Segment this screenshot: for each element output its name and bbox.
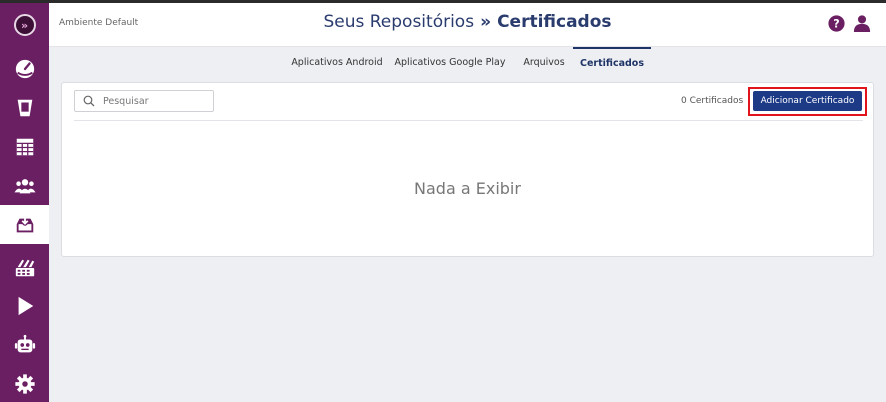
- table-icon: [16, 138, 33, 155]
- sidebar-item-apps[interactable]: [0, 248, 49, 287]
- tab-certificates[interactable]: Certificados: [573, 47, 651, 77]
- tab-bar: Aplicativos Android Aplicativos Google P…: [49, 47, 886, 77]
- certificate-count: 0 Certificados: [681, 96, 744, 106]
- empty-state-message: Nada a Exibir: [414, 179, 521, 198]
- sidebar-item-users[interactable]: [0, 166, 49, 205]
- breadcrumb-current: Certificados: [497, 12, 612, 32]
- logo-icon: »: [13, 14, 36, 36]
- dashboard-icon: [15, 59, 34, 78]
- sidebar-item-dashboard[interactable]: [0, 49, 49, 88]
- android-robot-icon: [14, 334, 35, 352]
- logo[interactable]: »: [0, 3, 49, 47]
- add-certificate-button[interactable]: Adicionar Certificado: [753, 91, 862, 111]
- sidebar-item-repository[interactable]: [0, 205, 49, 244]
- tab-android-apps[interactable]: Aplicativos Android: [287, 47, 387, 77]
- search-box[interactable]: [74, 90, 214, 112]
- settings-icon: [14, 373, 35, 394]
- apps-icon: [15, 259, 34, 276]
- help-icon[interactable]: ?: [828, 15, 845, 32]
- svg-text:?: ?: [833, 17, 839, 30]
- users-icon: [13, 178, 36, 193]
- sidebar-item-google-play[interactable]: [0, 286, 49, 325]
- sidebar: »: [0, 3, 49, 402]
- search-icon: [83, 95, 95, 107]
- tab-files[interactable]: Arquivos: [515, 47, 573, 77]
- page-title: Seus Repositórios » Certificados: [49, 12, 886, 32]
- tab-google-play-apps[interactable]: Aplicativos Google Play: [395, 47, 506, 77]
- toolbar-divider: [74, 120, 863, 121]
- sidebar-item-devices[interactable]: [0, 88, 49, 127]
- repository-icon: [16, 216, 33, 232]
- search-input[interactable]: [103, 95, 213, 107]
- play-store-icon: [18, 296, 33, 315]
- user-icon[interactable]: [853, 14, 871, 32]
- top-header: Ambiente Default Seus Repositórios» Certi…: [49, 3, 886, 47]
- device-icon: [17, 99, 32, 116]
- certificates-panel: 0 Certificados Adicionar Certificado Nad…: [61, 82, 874, 257]
- breadcrumb-repositories[interactable]: Seus Repositórios: [323, 12, 474, 32]
- breadcrumb-separator: »: [480, 12, 492, 32]
- sidebar-item-reports[interactable]: [0, 127, 49, 166]
- sidebar-item-automation[interactable]: [0, 325, 49, 364]
- sidebar-item-settings[interactable]: [0, 364, 49, 402]
